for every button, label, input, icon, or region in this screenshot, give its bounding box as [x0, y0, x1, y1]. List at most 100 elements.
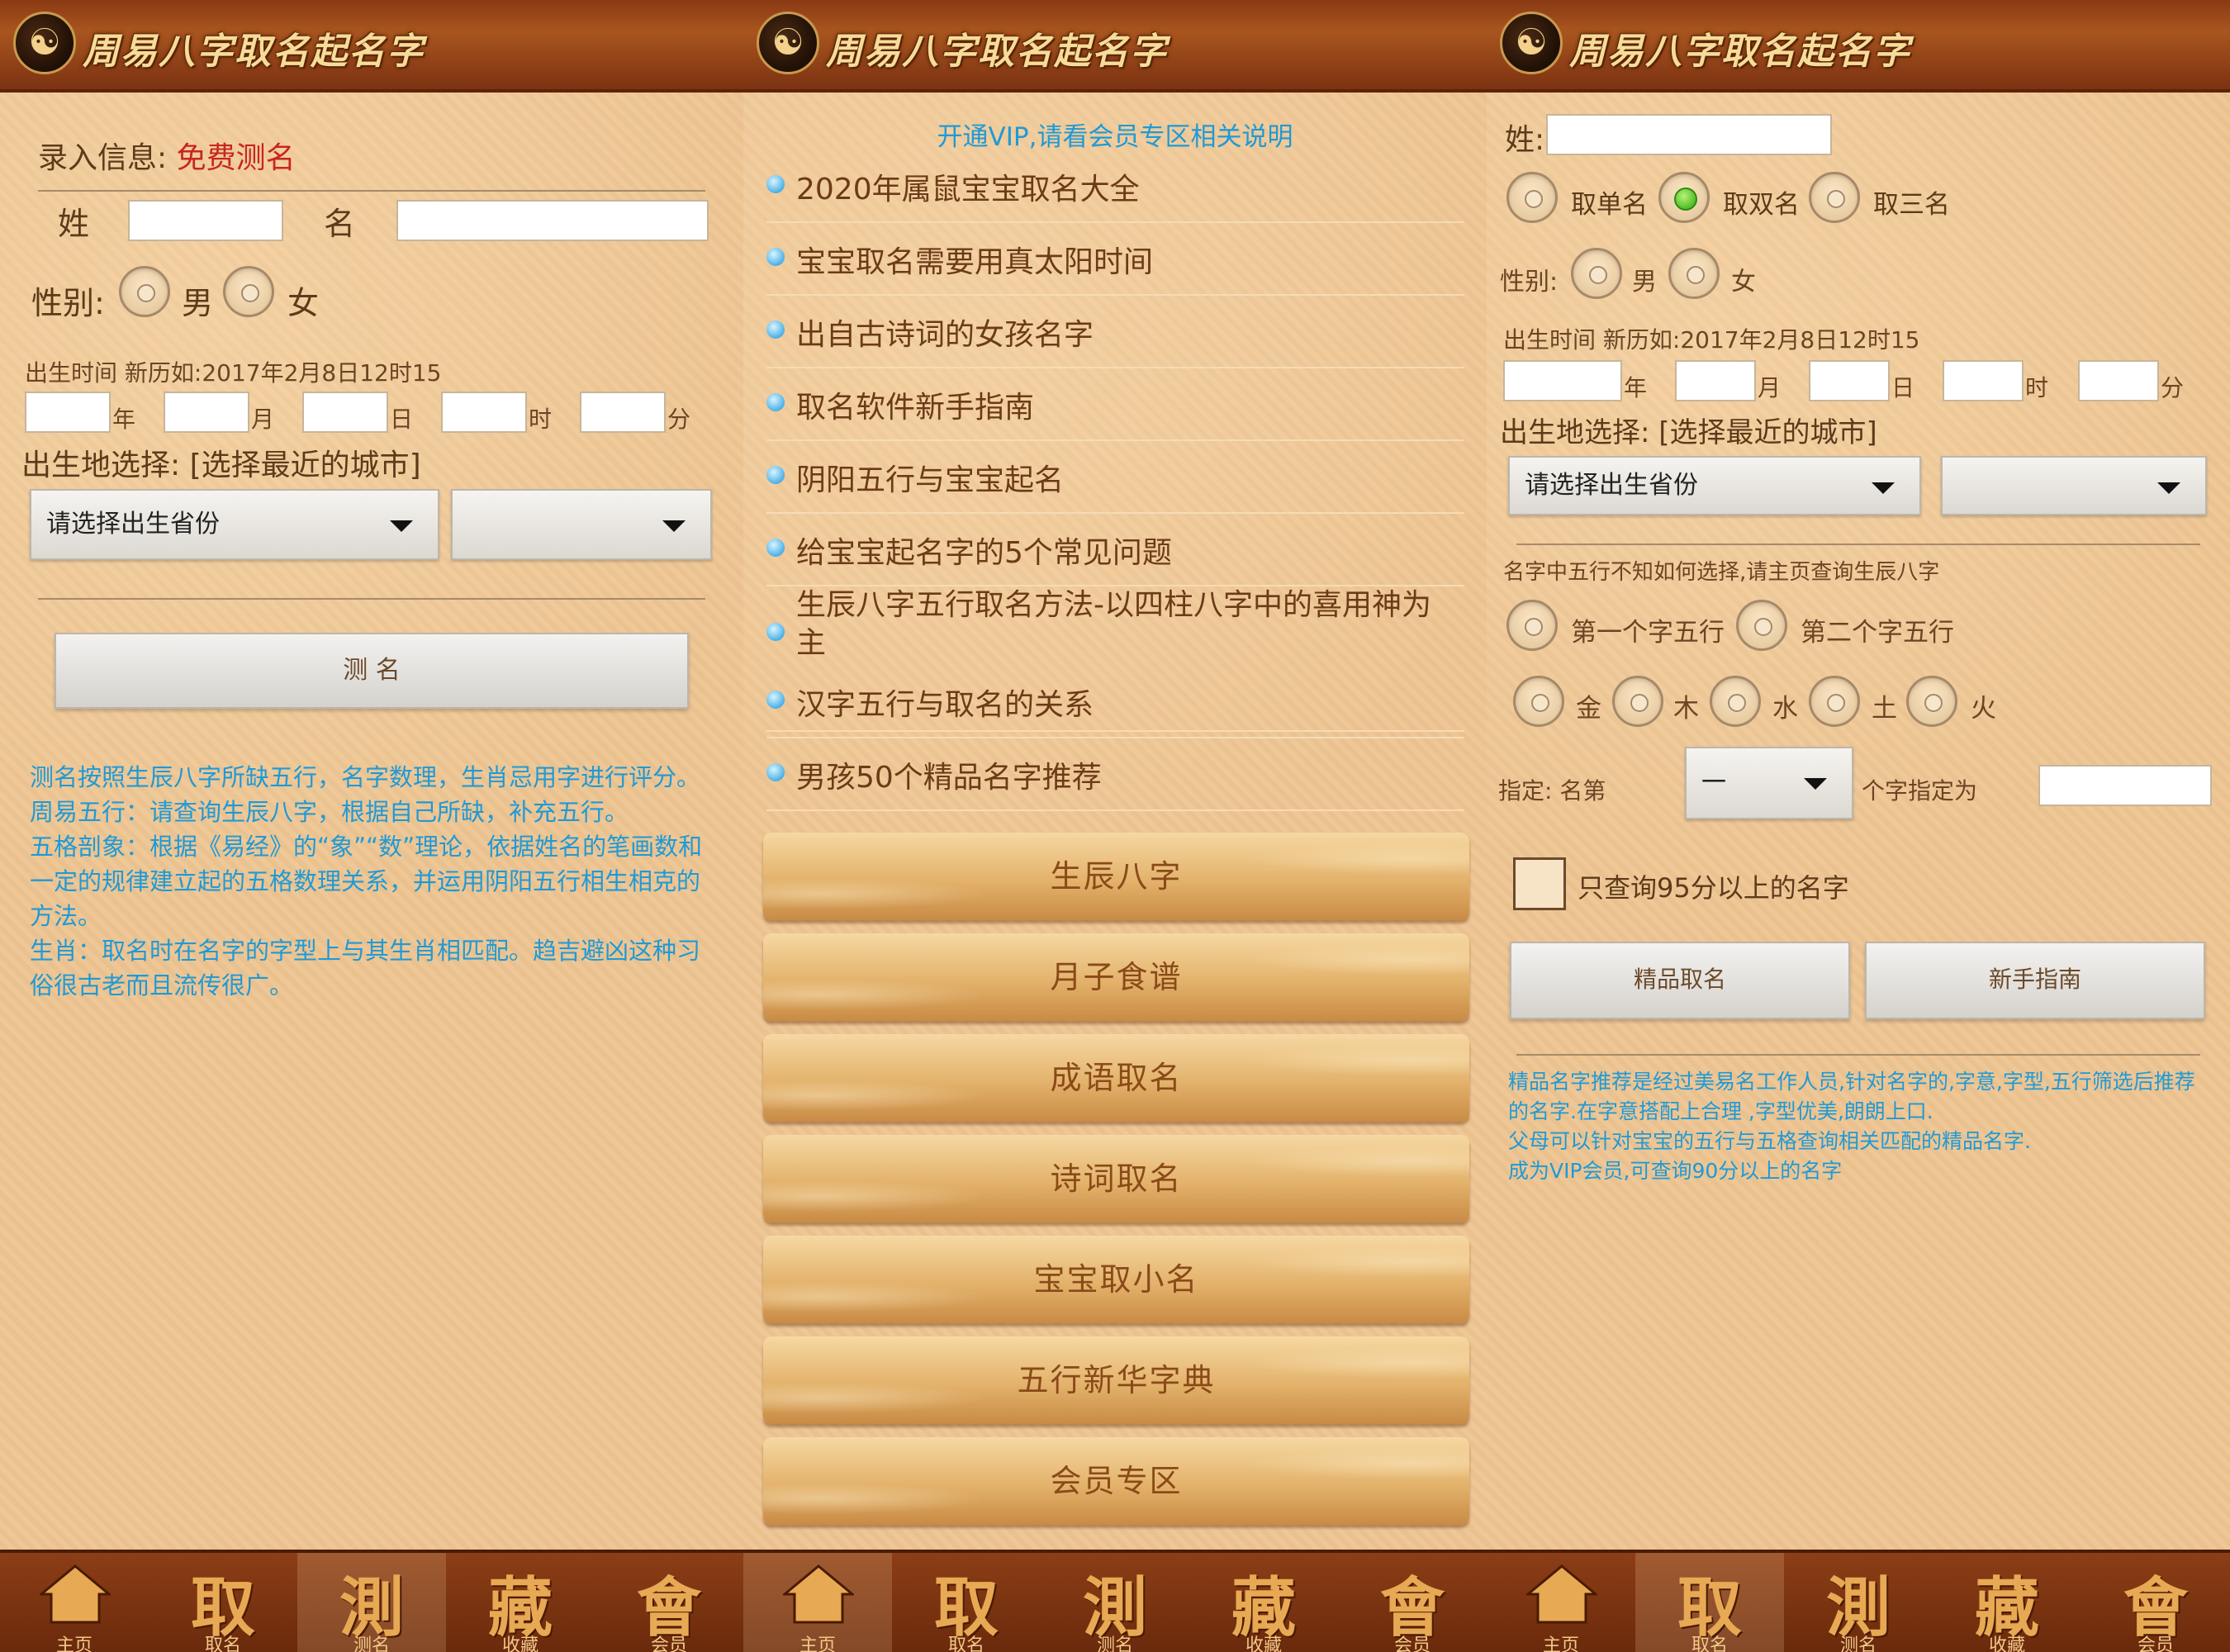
- female-radio[interactable]: [223, 266, 274, 317]
- year-input[interactable]: [25, 392, 111, 433]
- dropdown-arrow-icon: [662, 520, 686, 532]
- quality-naming-button[interactable]: 精品取名: [1510, 942, 1850, 1019]
- tab-home[interactable]: 主页: [743, 1553, 892, 1652]
- menu-confinement-recipes-button[interactable]: 月子食谱: [763, 933, 1469, 1021]
- month-input[interactable]: [1675, 360, 1756, 401]
- only-95-checkbox[interactable]: [1513, 857, 1566, 910]
- province-select[interactable]: 请选择出生省份: [30, 489, 439, 560]
- app-header: ☯ 周易八字取名起名字: [0, 0, 743, 93]
- beginner-guide-button[interactable]: 新手指南: [1865, 942, 2205, 1019]
- single-name-radio[interactable]: [1506, 172, 1558, 223]
- tab-favorites[interactable]: 藏 收藏: [446, 1553, 595, 1652]
- dropdown-arrow-icon: [390, 520, 413, 532]
- tab-home[interactable]: 主页: [0, 1553, 149, 1652]
- app-header: ☯ 周易八字取名起名字: [1487, 0, 2230, 93]
- article-item[interactable]: 宝宝取名需要用真太阳时间: [766, 223, 1464, 296]
- vip-notice-link[interactable]: 开通VIP,请看会员专区相关说明: [743, 116, 1487, 153]
- element-metal-radio[interactable]: [1513, 676, 1564, 727]
- day-input[interactable]: [302, 392, 388, 433]
- day-unit: 日: [1891, 374, 1915, 401]
- menu-poetry-naming-button[interactable]: 诗词取名: [763, 1135, 1469, 1222]
- tab-test-name[interactable]: 測 测名: [1784, 1553, 1933, 1652]
- hour-input[interactable]: [1943, 360, 2024, 401]
- menu-bazi-button[interactable]: 生辰八字: [763, 833, 1469, 920]
- menu-wuxing-dictionary-button[interactable]: 五行新华字典: [763, 1336, 1469, 1424]
- first-char-wuxing-radio[interactable]: [1506, 600, 1558, 651]
- double-name-radio[interactable]: [1658, 172, 1710, 223]
- month-input[interactable]: [164, 392, 249, 433]
- minute-input[interactable]: [580, 392, 666, 433]
- province-select-value: 请选择出生省份: [46, 510, 220, 539]
- tab-label: 取名: [1691, 1635, 1728, 1652]
- bullet-icon: [766, 691, 785, 709]
- tab-label: 主页: [1542, 1635, 1579, 1652]
- male-radio[interactable]: [119, 266, 170, 317]
- tab-naming[interactable]: 取 取名: [1635, 1553, 1784, 1652]
- element-earth-radio[interactable]: [1809, 676, 1860, 727]
- city-select[interactable]: [451, 489, 712, 560]
- surname-input[interactable]: [1546, 114, 1832, 155]
- bullet-icon: [766, 175, 785, 193]
- article-item[interactable]: 男孩50个精品名字推荐: [766, 738, 1464, 811]
- app-title: 周易八字取名起名字: [1569, 31, 1911, 73]
- article-title: 生辰八字五行取名方法-以四柱八字中的喜用神为主: [796, 588, 1431, 660]
- menu-nickname-button[interactable]: 宝宝取小名: [763, 1236, 1469, 1323]
- first-char-wuxing-label: 第一个字五行: [1571, 618, 1725, 648]
- hour-input[interactable]: [441, 392, 527, 433]
- element-fire-radio[interactable]: [1906, 676, 1957, 727]
- description-block: 精品名字推荐是经过美易名工作人员,针对名字的,字意,字型,五行筛选后推荐的名字.…: [1508, 1067, 2210, 1186]
- day-unit: 日: [390, 406, 414, 433]
- specify-position-select[interactable]: 一: [1685, 747, 1853, 819]
- city-select[interactable]: [1941, 456, 2207, 515]
- desc-line: 精品名字推荐是经过美易名工作人员,针对名字的,字意,字型,五行筛选后推荐的名字.…: [1508, 1070, 2195, 1123]
- tab-favorites[interactable]: 藏 收藏: [1189, 1553, 1338, 1652]
- article-title: 出自古诗词的女孩名字: [796, 318, 1094, 352]
- article-item[interactable]: 给宝宝起名字的5个常见问题: [766, 514, 1464, 586]
- article-item[interactable]: 汉字五行与取名的关系: [766, 666, 1464, 738]
- year-unit: 年: [112, 406, 136, 433]
- bullet-icon: [766, 539, 785, 557]
- article-item[interactable]: 取名软件新手指南: [766, 368, 1464, 441]
- bullet-icon: [766, 466, 785, 484]
- second-char-wuxing-radio[interactable]: [1736, 600, 1787, 651]
- test-name-button[interactable]: 测 名: [55, 633, 689, 709]
- article-title: 汉字五行与取名的关系: [796, 688, 1094, 722]
- specify-position-value: 一: [1701, 768, 1726, 797]
- double-name-label: 取双名: [1723, 190, 1800, 220]
- tab-member[interactable]: 會 会员: [595, 1553, 743, 1652]
- tab-test-name[interactable]: 測 测名: [1041, 1553, 1189, 1652]
- tab-label: 会员: [650, 1635, 687, 1652]
- surname-input[interactable]: [128, 200, 283, 241]
- tab-test-name[interactable]: 測 测名: [297, 1553, 446, 1652]
- tab-naming[interactable]: 取 取名: [892, 1553, 1041, 1652]
- article-item[interactable]: 出自古诗词的女孩名字: [766, 296, 1464, 368]
- female-radio[interactable]: [1668, 248, 1720, 299]
- second-char-wuxing-label: 第二个字五行: [1801, 618, 1954, 648]
- tab-label: 取名: [947, 1635, 985, 1652]
- bullet-icon: [766, 393, 785, 411]
- article-title: 男孩50个精品名字推荐: [796, 761, 1102, 795]
- tab-member[interactable]: 會 会员: [2081, 1553, 2230, 1652]
- given-name-input[interactable]: [396, 200, 709, 241]
- tab-favorites[interactable]: 藏 收藏: [1933, 1553, 2081, 1652]
- tab-label: 收藏: [501, 1635, 539, 1652]
- male-radio[interactable]: [1571, 248, 1622, 299]
- article-item[interactable]: 2020年属鼠宝宝取名大全: [766, 162, 1464, 223]
- tab-home[interactable]: 主页: [1487, 1553, 1635, 1652]
- element-wood-radio[interactable]: [1612, 676, 1663, 727]
- triple-name-radio[interactable]: [1809, 172, 1860, 223]
- element-water-radio[interactable]: [1710, 676, 1761, 727]
- menu-idiom-naming-button[interactable]: 成语取名: [763, 1034, 1469, 1122]
- year-input[interactable]: [1503, 360, 1622, 401]
- specified-char-input[interactable]: [2038, 765, 2212, 806]
- province-select[interactable]: 请选择出生省份: [1508, 456, 1921, 515]
- tab-member[interactable]: 會 会员: [1338, 1553, 1487, 1652]
- article-item[interactable]: 阴阳五行与宝宝起名: [766, 441, 1464, 514]
- female-label: 女: [287, 285, 320, 321]
- desc-line: 父母可以针对宝宝的五行与五格查询相关匹配的精品名字.: [1508, 1129, 2031, 1153]
- minute-input[interactable]: [2078, 360, 2159, 401]
- day-input[interactable]: [1809, 360, 1890, 401]
- element-wood-label: 木: [1673, 694, 1699, 724]
- menu-member-area-button[interactable]: 会员专区: [763, 1437, 1469, 1525]
- tab-naming[interactable]: 取 取名: [149, 1553, 297, 1652]
